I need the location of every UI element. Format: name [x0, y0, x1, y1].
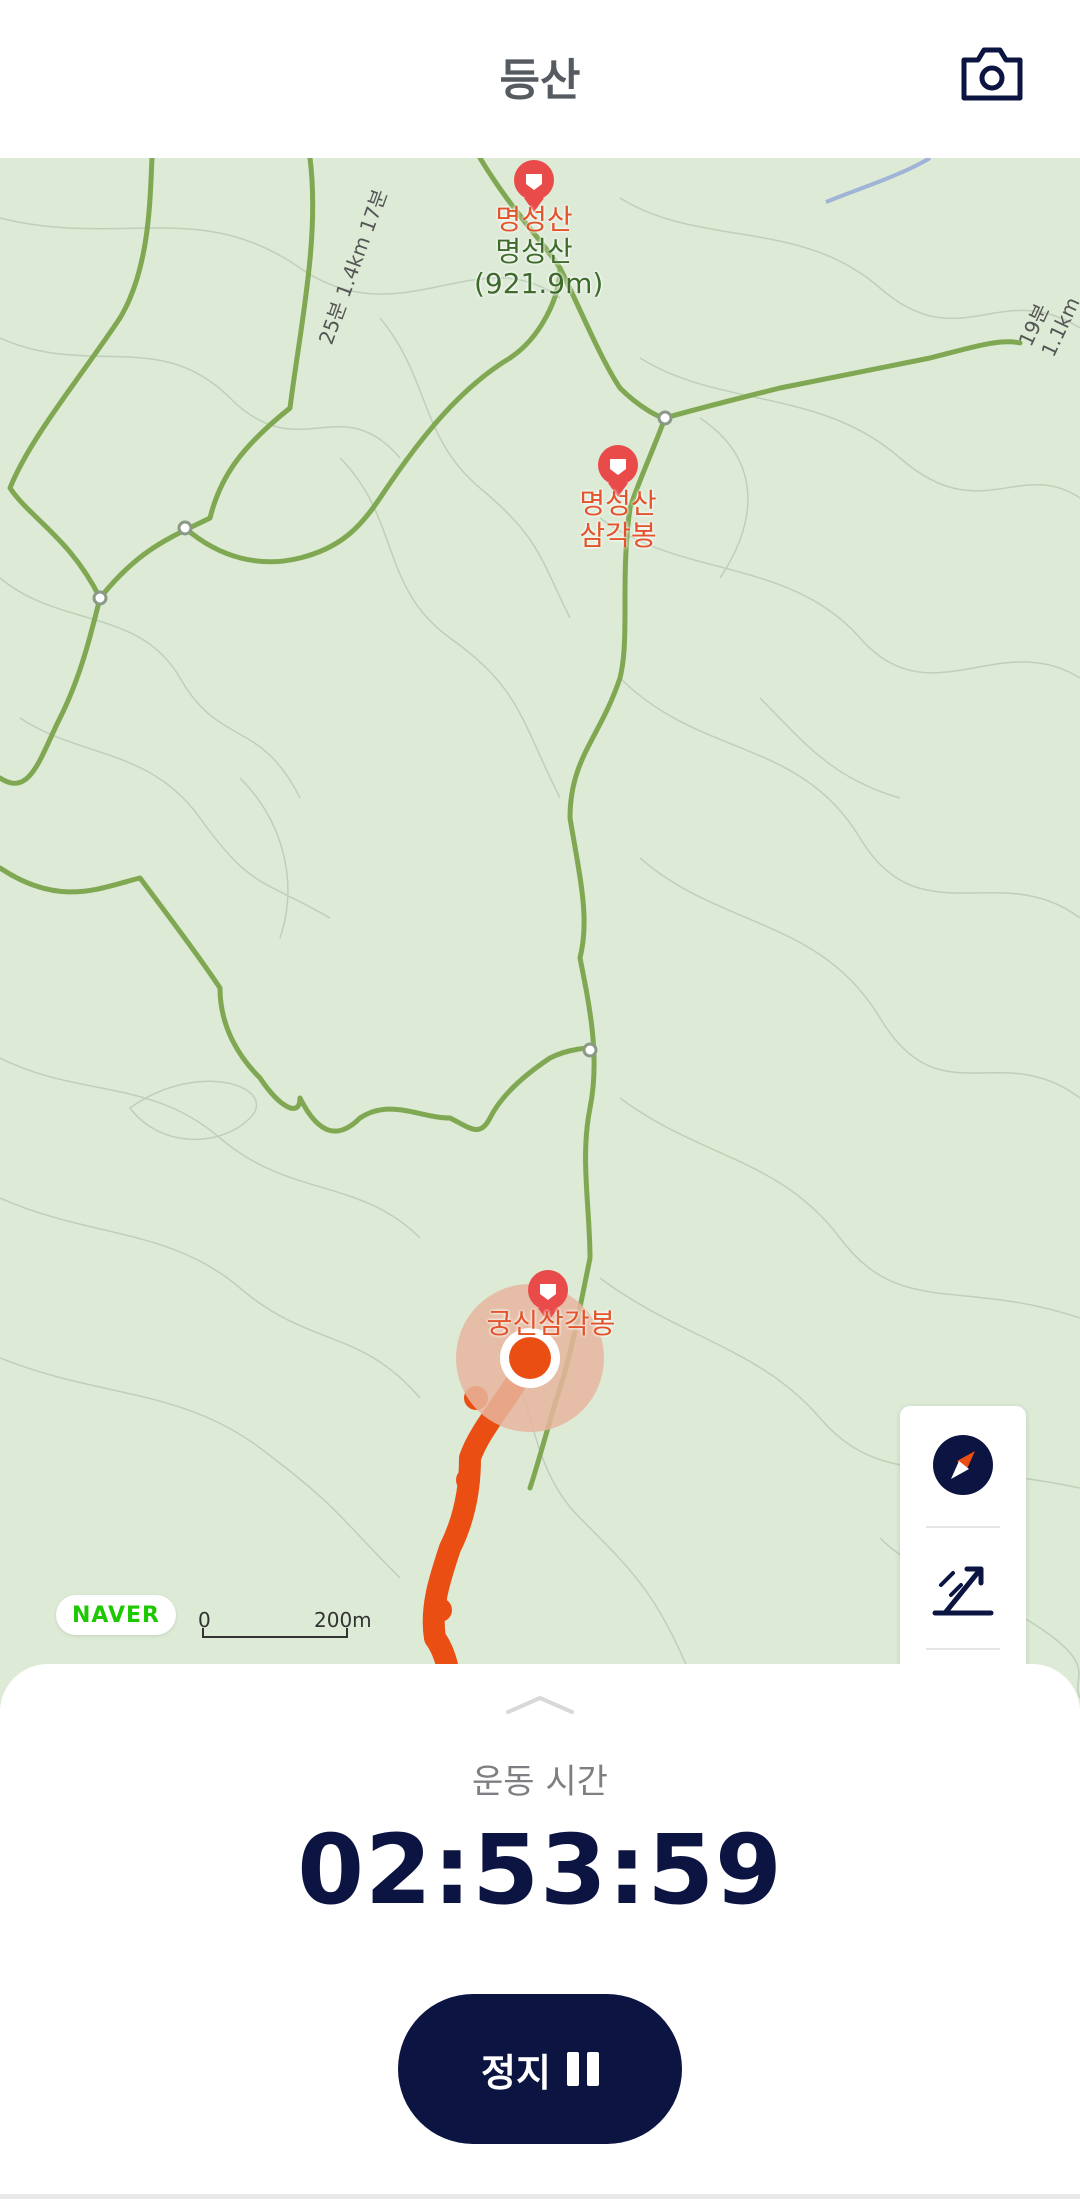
peak-elevation: (921.9m) — [474, 267, 604, 301]
page-title: 등산 — [499, 55, 581, 106]
stop-button[interactable]: 정지 — [398, 1994, 682, 2144]
peak-name-green: 명성산 — [495, 235, 573, 269]
peak-line2: 삼각봉 — [579, 519, 657, 553]
workout-sheet[interactable]: 운동 시간 02:53:59 정지 — [0, 1664, 1080, 2199]
peak-label-samgakbong[interactable]: 명성산 삼각봉 — [558, 487, 678, 553]
camera-button[interactable] — [960, 46, 1040, 114]
workout-time-label: 운동 시간 — [472, 1762, 608, 1802]
workout-time-value: 02:53:59 — [297, 1814, 783, 1926]
elevation-icon — [932, 1566, 994, 1616]
peak-label-myeongseongsan[interactable]: 명성산 명성산 (921.9m) — [474, 203, 604, 301]
divider — [0, 2194, 1080, 2199]
stop-label: 정지 — [481, 2050, 551, 2095]
elevation-button[interactable] — [900, 1528, 1026, 1646]
compass-button[interactable] — [900, 1406, 1026, 1524]
compass-icon — [933, 1435, 993, 1495]
map-controls — [900, 1406, 1026, 1708]
app-header: 등산 — [0, 0, 1080, 158]
chevron-up-icon[interactable] — [504, 1692, 576, 1716]
peak-line1: 명성산 — [579, 487, 657, 520]
naver-logo: NAVER — [56, 1595, 176, 1635]
map-view[interactable]: 명성산 명성산 (921.9m) 명성산 삼각봉 궁신삼각봉 25분 1.4km… — [0, 158, 1080, 1708]
scale-bar — [202, 1628, 348, 1638]
peak-name-red: 명성산 — [495, 203, 573, 236]
camera-icon — [961, 47, 1023, 101]
peak-label-gungsin[interactable]: 궁신삼각봉 — [486, 1307, 616, 1340]
map-scale: 0 200m — [198, 1608, 378, 1638]
pause-icon — [566, 2052, 599, 2086]
